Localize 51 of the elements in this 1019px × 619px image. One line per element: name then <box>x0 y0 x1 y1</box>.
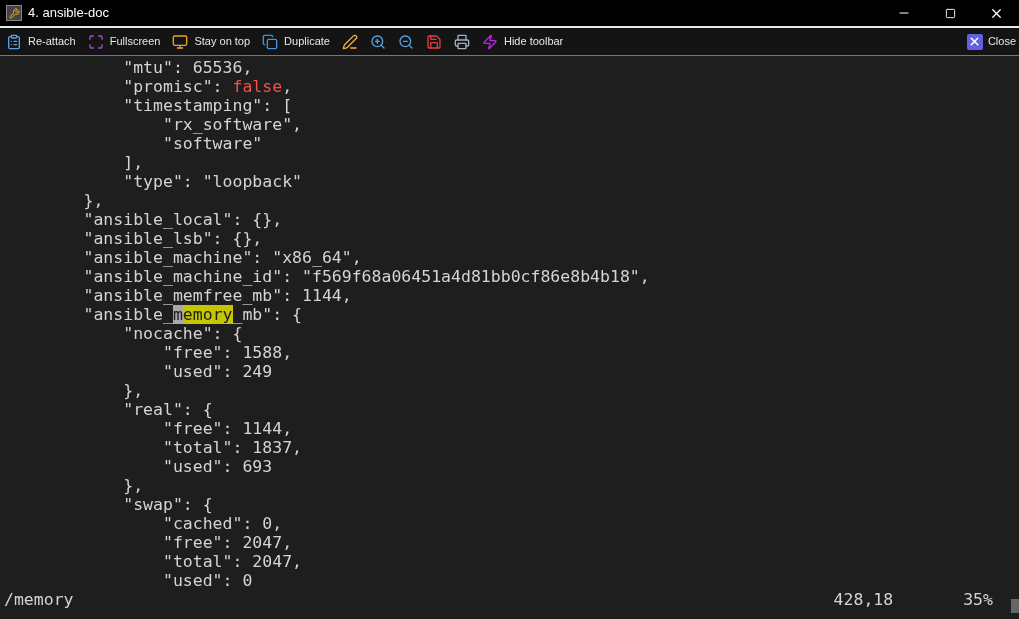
pen-icon <box>341 33 358 50</box>
code-line: "used": 249 <box>161 362 273 381</box>
scrollbar-thumb <box>1011 599 1019 613</box>
code-line: "free": 1588, <box>161 343 293 362</box>
code-line: }, <box>82 191 104 210</box>
code-line: "rx_software", <box>161 115 302 134</box>
code-line: "ansible_memfree_mb": 1144, <box>82 286 352 305</box>
code-line: }, <box>122 381 144 400</box>
toolbar-button[interactable]: Fullscreen <box>81 29 167 54</box>
copy-icon <box>262 33 279 50</box>
wrench-icon <box>6 5 22 21</box>
toolbar-button[interactable]: Stay on top <box>166 29 257 54</box>
code-line: "type": "loopback" <box>122 172 302 191</box>
code-line: "nocache": { <box>122 324 243 343</box>
close-toolbar-button[interactable]: Close <box>966 29 1019 54</box>
scroll-percent: 35% <box>963 590 993 609</box>
window-title: 4. ansible-doc <box>28 4 109 23</box>
lightning-icon <box>481 33 498 50</box>
code-line: "free": 1144, <box>161 419 293 438</box>
search-command: /memory <box>4 590 74 609</box>
code-line: "used": 693 <box>161 457 273 476</box>
code-line: "ansible_local": {}, <box>82 210 283 229</box>
code-line: "swap": { <box>122 495 213 514</box>
code-line: "used": 0 <box>161 571 253 590</box>
code-line: "mtu": 65536, <box>122 58 253 77</box>
code-line: "software" <box>161 134 263 153</box>
code-line: "total": 1837, <box>161 438 302 457</box>
close-icon <box>966 33 983 50</box>
code-line: "cached": 0, <box>161 514 283 533</box>
code-line: "promisc": false, <box>122 77 293 96</box>
code-line: "timestamping": [ <box>122 96 293 115</box>
save-icon <box>425 33 442 50</box>
code-line: "free": 2047, <box>161 533 293 552</box>
toolbar-button[interactable]: Hide toolbar <box>475 29 570 54</box>
maximize-icon <box>944 7 956 19</box>
code-line: "ansible_lsb": {}, <box>82 229 263 248</box>
fullscreen-icon <box>87 33 104 50</box>
code-line: "ansible_machine_id": "f569f68a06451a4d81bb0cf86e8b4b18", <box>82 267 650 286</box>
zoom-out-icon <box>397 33 414 50</box>
code-line: }, <box>122 476 144 495</box>
code-line: "total": 2047, <box>161 552 302 571</box>
code-line: "real": { <box>122 400 213 419</box>
zoom-in-icon <box>369 33 386 50</box>
cursor-position: 428,18 <box>833 590 894 609</box>
code-line: ], <box>122 153 144 172</box>
printer-icon <box>453 33 470 50</box>
toolbar-button[interactable]: Re-attach <box>0 29 82 54</box>
toolbar-button[interactable]: Duplicate <box>256 29 336 54</box>
code-line: "ansible_machine": "x86_64", <box>82 248 362 267</box>
clipboard-icon <box>6 33 22 50</box>
monitor-icon <box>172 33 189 50</box>
